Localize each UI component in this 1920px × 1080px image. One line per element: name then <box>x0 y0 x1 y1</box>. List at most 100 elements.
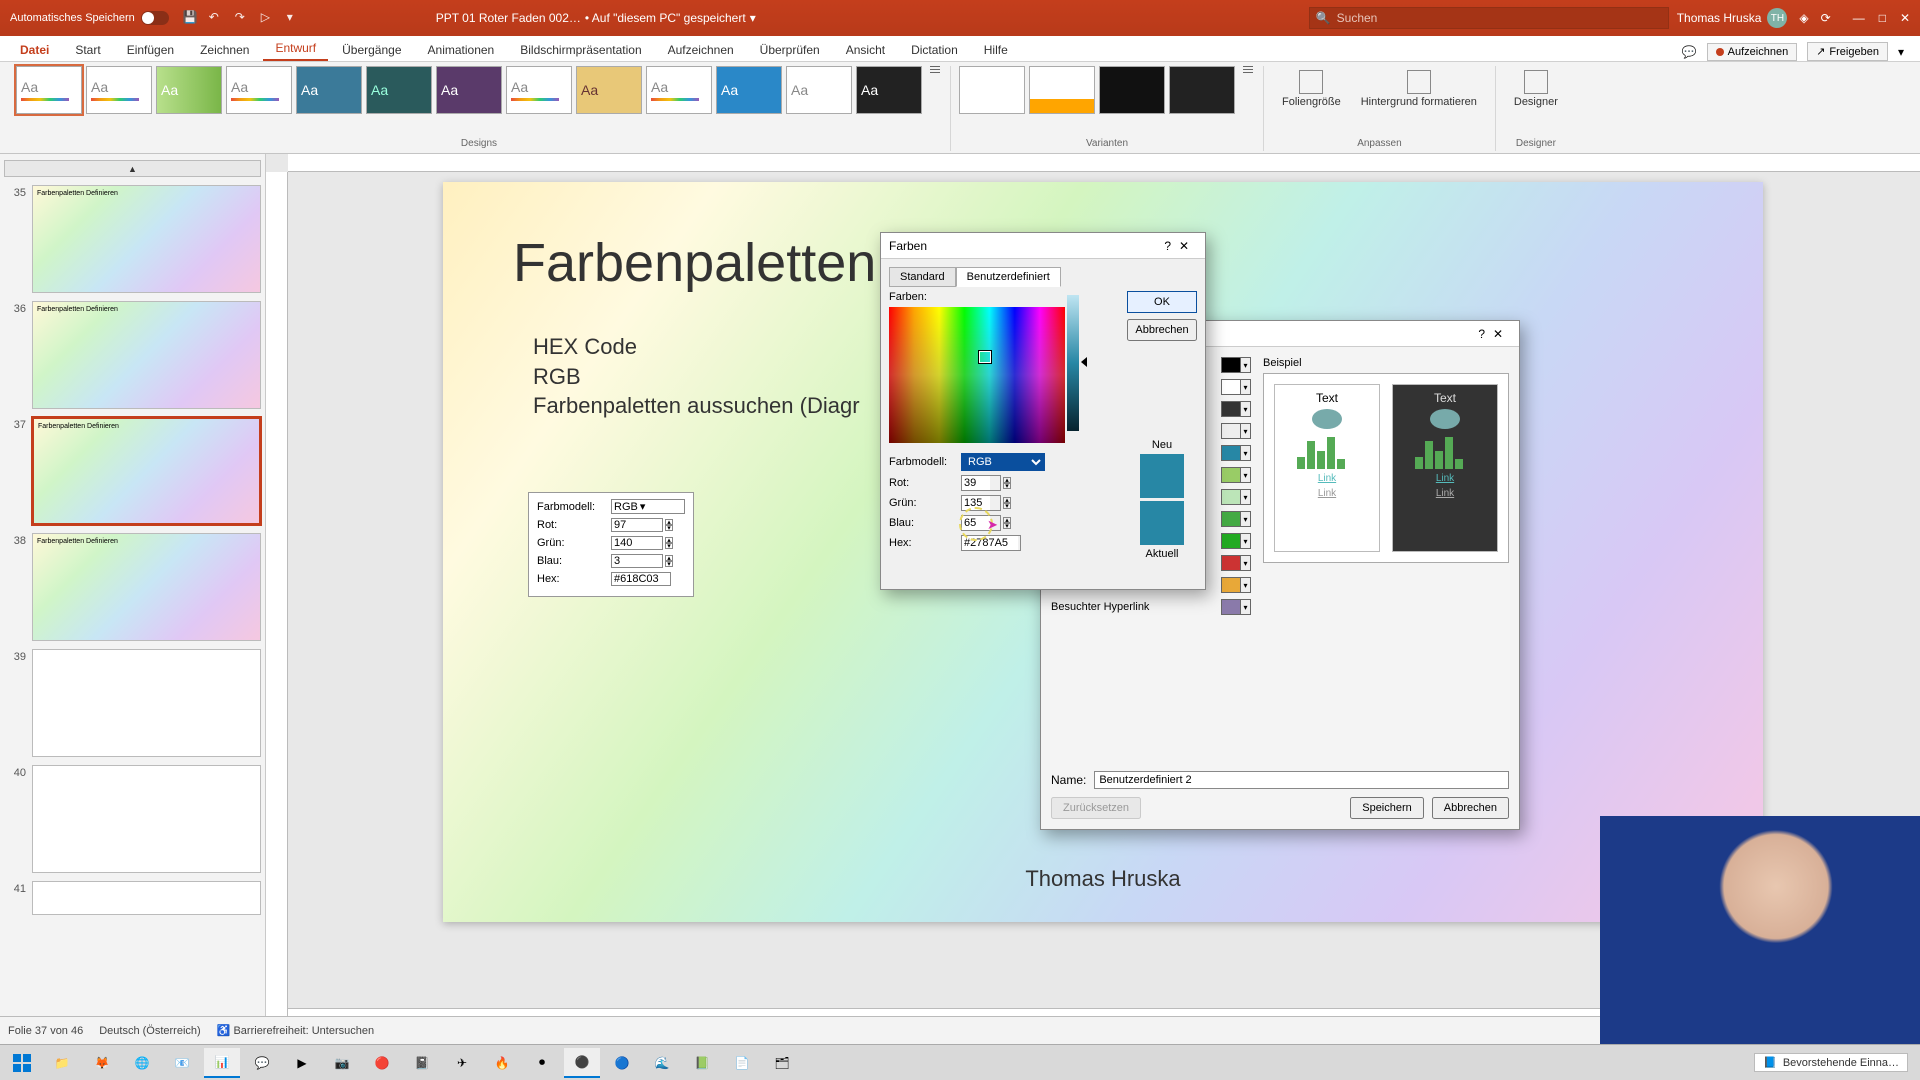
variant-tile[interactable] <box>1029 66 1095 114</box>
slideshow-icon[interactable]: ▷ <box>261 10 277 26</box>
slide-thumbnail[interactable] <box>32 881 261 915</box>
taskbar-app[interactable]: 🔴 <box>364 1048 400 1078</box>
slide-thumbnail[interactable]: Farbenpaletten Definieren <box>32 185 261 293</box>
taskbar-app-explorer[interactable]: 📁 <box>44 1048 80 1078</box>
taskbar-app-powerpoint[interactable]: 📊 <box>204 1048 240 1078</box>
taskbar-app[interactable]: 🔥 <box>484 1048 520 1078</box>
theme-tile[interactable]: Aa <box>226 66 292 114</box>
color-swatch-button[interactable]: ▾ <box>1221 599 1251 615</box>
green-input[interactable] <box>962 496 990 510</box>
taskbar-app-onenote[interactable]: 📓 <box>404 1048 440 1078</box>
minimize-button[interactable]: — <box>1853 11 1865 25</box>
cancel-button[interactable]: Abbrechen <box>1432 797 1509 819</box>
theme-tile[interactable]: Aa <box>856 66 922 114</box>
theme-name-input[interactable] <box>1094 771 1509 789</box>
tab-standard[interactable]: Standard <box>889 267 956 287</box>
taskbar-app-chrome[interactable]: 🌐 <box>124 1048 160 1078</box>
qat-more-icon[interactable]: ▾ <box>287 10 303 26</box>
theme-tile[interactable]: Aa <box>646 66 712 114</box>
taskbar-app[interactable]: 🔵 <box>604 1048 640 1078</box>
tab-custom[interactable]: Benutzerdefiniert <box>956 267 1061 287</box>
reset-button[interactable]: Zurücksetzen <box>1051 797 1141 819</box>
color-swatch-button[interactable]: ▾ <box>1221 445 1251 461</box>
taskbar-app-vlc[interactable]: ▶ <box>284 1048 320 1078</box>
accessibility-status[interactable]: ♿ Barrierefreiheit: Untersuchen <box>217 1024 374 1037</box>
variant-tile[interactable] <box>1099 66 1165 114</box>
ribbon-options-icon[interactable]: ▾ <box>1898 45 1904 59</box>
slide-thumbnail[interactable]: Farbenpaletten Definieren <box>32 301 261 409</box>
color-swatch-button[interactable]: ▾ <box>1221 357 1251 373</box>
language-status[interactable]: Deutsch (Österreich) <box>99 1025 200 1037</box>
help-icon[interactable]: ? <box>1478 327 1485 341</box>
help-icon[interactable]: ? <box>1164 239 1171 253</box>
color-swatch-button[interactable]: ▾ <box>1221 423 1251 439</box>
tab-slideshow[interactable]: Bildschirmpräsentation <box>508 39 653 61</box>
red-spinner[interactable]: ▴▾ <box>1003 477 1011 489</box>
redo-icon[interactable]: ↷ <box>235 10 251 26</box>
theme-tile[interactable]: Aa <box>786 66 852 114</box>
sync-icon[interactable]: ⟳ <box>1821 11 1831 25</box>
color-swatch-button[interactable]: ▾ <box>1221 555 1251 571</box>
color-swatch-button[interactable]: ▾ <box>1221 577 1251 593</box>
red-input[interactable] <box>962 476 990 490</box>
theme-tile[interactable]: Aa <box>296 66 362 114</box>
slide-thumbnail[interactable]: Farbenpaletten Definieren <box>32 533 261 641</box>
close-icon[interactable]: ✕ <box>1485 327 1511 341</box>
ok-button[interactable]: OK <box>1127 291 1197 313</box>
tab-record[interactable]: Aufzeichnen <box>656 39 746 61</box>
color-crosshair[interactable] <box>979 351 991 363</box>
save-button[interactable]: Speichern <box>1350 797 1424 819</box>
theme-tile[interactable]: Aa <box>506 66 572 114</box>
theme-tile[interactable]: Aa <box>16 66 82 114</box>
tab-animations[interactable]: Animationen <box>416 39 507 61</box>
tab-view[interactable]: Ansicht <box>834 39 897 61</box>
color-swatch-button[interactable]: ▾ <box>1221 533 1251 549</box>
slide-counter[interactable]: Folie 37 von 46 <box>8 1025 83 1037</box>
tab-review[interactable]: Überprüfen <box>748 39 832 61</box>
save-icon[interactable]: 💾 <box>183 10 199 26</box>
diamond-icon[interactable]: ◈ <box>1799 11 1808 25</box>
slide-thumbnail[interactable] <box>32 649 261 757</box>
blue-spinner[interactable]: ▴▾ <box>1003 517 1011 529</box>
variant-tile[interactable] <box>1169 66 1235 114</box>
slide-thumbnails-panel[interactable]: ▲ 35 Farbenpaletten Definieren 36 Farben… <box>0 154 266 1052</box>
format-background-button[interactable]: Hintergrund formatieren <box>1351 66 1487 112</box>
theme-tile[interactable]: Aa <box>436 66 502 114</box>
close-button[interactable]: ✕ <box>1900 11 1910 25</box>
taskbar-app-telegram[interactable]: ✈ <box>444 1048 480 1078</box>
start-button[interactable] <box>4 1048 40 1078</box>
tab-insert[interactable]: Einfügen <box>115 39 186 61</box>
taskbar-app[interactable]: 🗂 <box>764 1048 800 1078</box>
tab-help[interactable]: Hilfe <box>972 39 1020 61</box>
slide-thumbnail[interactable]: Farbenpaletten Definieren <box>32 417 261 525</box>
comments-icon[interactable]: 💬 <box>1682 45 1697 59</box>
taskbar-app-edge[interactable]: 🌊 <box>644 1048 680 1078</box>
taskbar-app[interactable]: ⏺ <box>524 1048 560 1078</box>
color-swatch-button[interactable]: ▾ <box>1221 467 1251 483</box>
maximize-button[interactable]: □ <box>1879 11 1886 25</box>
slide-size-button[interactable]: Foliengröße <box>1272 66 1351 112</box>
designer-button[interactable]: Designer <box>1504 66 1568 112</box>
title-chevron-down-icon[interactable]: ▾ <box>750 11 756 25</box>
color-swatch-button[interactable]: ▾ <box>1221 379 1251 395</box>
autosave-toggle[interactable] <box>141 11 169 25</box>
color-model-select[interactable]: RGB <box>961 453 1045 471</box>
theme-tile[interactable]: Aa <box>156 66 222 114</box>
taskbar-app-outlook[interactable]: 📧 <box>164 1048 200 1078</box>
tab-file[interactable]: Datei <box>8 39 61 61</box>
taskbar-app-excel[interactable]: 📗 <box>684 1048 720 1078</box>
close-icon[interactable]: ✕ <box>1171 239 1197 253</box>
color-swatch-button[interactable]: ▾ <box>1221 401 1251 417</box>
taskbar-notification[interactable]: 📘 Bevorstehende Einna… <box>1754 1053 1908 1072</box>
themes-more-button[interactable] <box>926 66 942 73</box>
scroll-up-button[interactable]: ▲ <box>4 160 261 177</box>
cancel-button[interactable]: Abbrechen <box>1127 319 1197 341</box>
tab-draw[interactable]: Zeichnen <box>188 39 261 61</box>
taskbar-app-firefox[interactable]: 🦊 <box>84 1048 120 1078</box>
taskbar-app[interactable]: 📷 <box>324 1048 360 1078</box>
record-button[interactable]: Aufzeichnen <box>1707 43 1798 61</box>
user-account[interactable]: Thomas Hruska TH <box>1677 8 1788 28</box>
luminance-slider[interactable] <box>1067 295 1079 431</box>
theme-tile[interactable]: Aa <box>86 66 152 114</box>
hex-input[interactable] <box>962 536 1018 550</box>
